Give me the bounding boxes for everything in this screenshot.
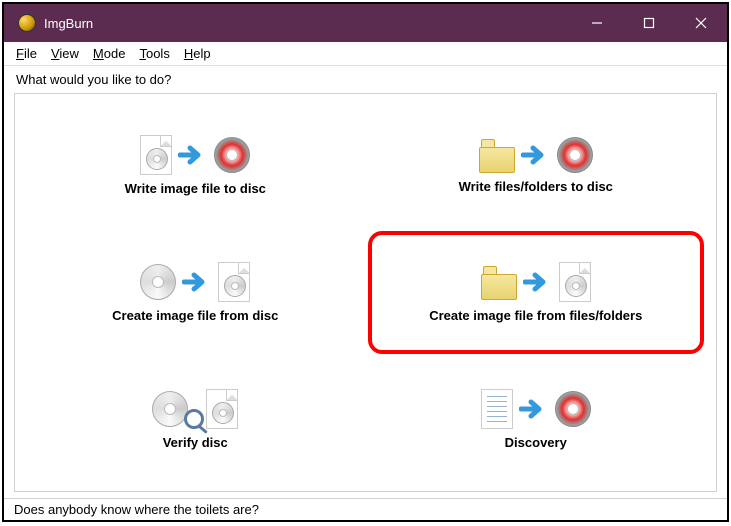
app-icon bbox=[18, 14, 36, 32]
arrow-icon bbox=[519, 398, 549, 420]
arrow-icon bbox=[521, 144, 551, 166]
titlebar[interactable]: ImgBurn bbox=[4, 4, 727, 42]
menu-help[interactable]: Help bbox=[178, 44, 217, 63]
minimize-button[interactable] bbox=[571, 4, 623, 42]
image-file-icon bbox=[559, 262, 591, 302]
folder-icon bbox=[479, 143, 515, 173]
option-write-files[interactable]: Write files/folders to disc bbox=[366, 102, 707, 229]
menu-mode[interactable]: Mode bbox=[87, 44, 132, 63]
option-create-from-disc[interactable]: Create image file from disc bbox=[25, 229, 366, 356]
menubar: File View Mode Tools Help bbox=[4, 42, 727, 66]
window-title: ImgBurn bbox=[44, 16, 93, 31]
main-window: ImgBurn File View Mode Tools Help What w… bbox=[2, 2, 729, 522]
text-file-icon bbox=[481, 389, 513, 429]
image-file-icon bbox=[206, 389, 238, 429]
image-file-icon bbox=[140, 135, 172, 175]
maximize-button[interactable] bbox=[623, 4, 675, 42]
folders-icon bbox=[481, 270, 517, 300]
burn-disc-icon bbox=[557, 137, 593, 173]
magnifier-icon bbox=[184, 409, 204, 429]
close-button[interactable] bbox=[675, 4, 727, 42]
arrow-icon bbox=[182, 271, 212, 293]
menu-view[interactable]: View bbox=[45, 44, 85, 63]
option-label: Write files/folders to disc bbox=[459, 179, 613, 194]
option-discovery[interactable]: Discovery bbox=[366, 356, 707, 483]
menu-tools[interactable]: Tools bbox=[133, 44, 175, 63]
option-label: Create image file from disc bbox=[112, 308, 278, 323]
option-label: Create image file from files/folders bbox=[429, 308, 642, 323]
option-label: Verify disc bbox=[163, 435, 228, 450]
image-file-icon bbox=[218, 262, 250, 302]
arrow-icon bbox=[523, 271, 553, 293]
option-create-from-files[interactable]: Create image file from files/folders bbox=[368, 231, 705, 354]
disc-icon bbox=[140, 264, 176, 300]
status-bar: Does anybody know where the toilets are? bbox=[4, 498, 727, 520]
option-verify[interactable]: Verify disc bbox=[25, 356, 366, 483]
content-area: Write image file to disc Write files/fol… bbox=[14, 93, 717, 492]
option-label: Write image file to disc bbox=[125, 181, 266, 196]
prompt-label: What would you like to do? bbox=[4, 66, 727, 89]
menu-file[interactable]: File bbox=[10, 44, 43, 63]
option-label: Discovery bbox=[505, 435, 567, 450]
disc-icon bbox=[152, 391, 188, 427]
arrow-icon bbox=[178, 144, 208, 166]
option-write-image[interactable]: Write image file to disc bbox=[25, 102, 366, 229]
burn-disc-icon bbox=[214, 137, 250, 173]
burn-disc-icon bbox=[555, 391, 591, 427]
